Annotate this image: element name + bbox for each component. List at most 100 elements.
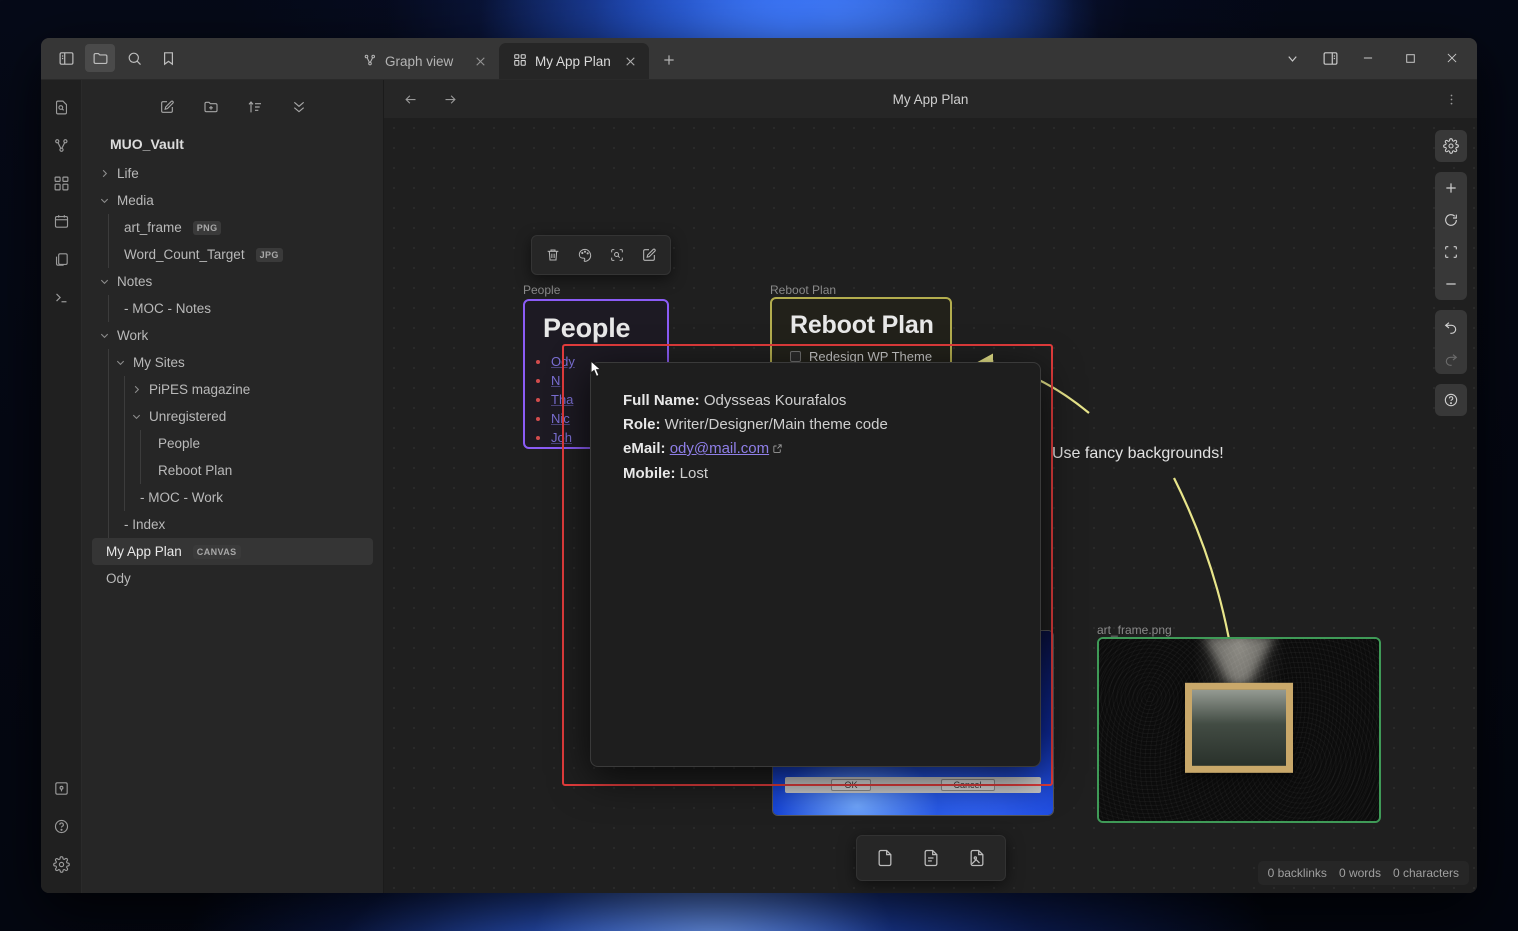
tree-item-art-frame[interactable]: art_frame PNG	[92, 214, 373, 241]
arrow-left-icon[interactable]	[398, 87, 422, 111]
maximize-icon[interactable]	[1389, 38, 1431, 78]
tree-item-life[interactable]: Life	[92, 160, 373, 187]
tab-my-app-plan[interactable]: My App Plan	[499, 43, 649, 79]
people-link-4[interactable]: Nic	[551, 411, 570, 426]
tree-item-label: Reboot Plan	[158, 463, 232, 478]
close-icon[interactable]	[621, 52, 639, 70]
tree-item-moc-notes[interactable]: - MOC - Notes	[92, 295, 373, 322]
collapse-all-icon[interactable]	[286, 94, 312, 120]
chevron-down-icon[interactable]	[96, 330, 112, 341]
search-icon[interactable]	[119, 44, 149, 72]
popup-key: Role:	[623, 416, 661, 433]
minimize-icon[interactable]	[1347, 38, 1389, 78]
bookmark-icon[interactable]	[153, 44, 183, 72]
tree-item-people[interactable]: People	[92, 430, 373, 457]
chevron-down-icon[interactable]	[96, 276, 112, 287]
tree-item-media[interactable]: Media	[92, 187, 373, 214]
graph-view-icon[interactable]	[46, 130, 76, 160]
undo-icon[interactable]	[1435, 310, 1467, 342]
tree-item-index[interactable]: - Index	[92, 511, 373, 538]
folder-icon[interactable]	[85, 44, 115, 72]
palette-icon[interactable]	[572, 242, 598, 268]
tree-item-label: Life	[117, 166, 139, 181]
page-title: My App Plan	[384, 92, 1477, 107]
fit-to-screen-icon[interactable]	[1435, 236, 1467, 268]
checkbox-icon[interactable]	[790, 351, 801, 362]
tree-item-my-sites[interactable]: My Sites	[92, 349, 373, 376]
new-folder-icon[interactable]	[198, 94, 224, 120]
tab-graph-view[interactable]: Graph view	[349, 43, 499, 79]
canvas-icon[interactable]	[46, 168, 76, 198]
add-image-icon[interactable]	[963, 844, 991, 872]
chevron-down-icon[interactable]	[112, 357, 128, 368]
tree-item-work[interactable]: Work	[92, 322, 373, 349]
redo-icon[interactable]	[1435, 342, 1467, 374]
settings-icon[interactable]	[1435, 130, 1467, 162]
tree-item-notes[interactable]: Notes	[92, 268, 373, 295]
external-link-icon	[772, 438, 783, 462]
close-icon[interactable]	[1431, 38, 1473, 78]
canvas-help-group	[1435, 384, 1467, 416]
tree-item-label: - MOC - Notes	[124, 301, 211, 316]
copy-files-icon[interactable]	[46, 244, 76, 274]
delete-icon[interactable]	[540, 242, 566, 268]
chevron-down-icon[interactable]	[96, 195, 112, 206]
chevron-down-icon[interactable]	[128, 411, 144, 422]
calendar-icon[interactable]	[46, 206, 76, 236]
tree-item-ody[interactable]: Ody	[92, 565, 373, 592]
zoom-to-selection-icon[interactable]	[604, 242, 630, 268]
sort-icon[interactable]	[242, 94, 268, 120]
canvas-node-art-frame[interactable]	[1097, 637, 1381, 823]
edit-icon[interactable]	[636, 242, 662, 268]
tree-guide	[108, 511, 109, 538]
close-icon[interactable]	[471, 52, 489, 70]
tree-item-reboot-plan[interactable]: Reboot Plan	[92, 457, 373, 484]
popup-row-full-name: Full Name: Odysseas Kourafalos	[623, 389, 1008, 413]
tree-item-my-app-plan[interactable]: My App Plan CANVAS	[92, 538, 373, 565]
people-link-5[interactable]: Joh	[551, 430, 572, 445]
popup-key: eMail:	[623, 440, 666, 457]
canvas-annotation[interactable]: Use fancy backgrounds!	[1052, 445, 1224, 463]
dialog-buttons-row: OK Cancel	[785, 777, 1041, 793]
cancel-button[interactable]: Cancel	[941, 779, 995, 791]
zoom-out-icon[interactable]	[1435, 268, 1467, 300]
settings-icon[interactable]	[46, 849, 76, 879]
quick-switcher-icon[interactable]	[46, 92, 76, 122]
explorer-toolbar	[82, 86, 383, 132]
toggle-left-sidebar-icon[interactable]	[51, 44, 81, 72]
email-link[interactable]: ody@mail.com	[670, 440, 769, 457]
popup-value: Writer/Designer/Main theme code	[665, 416, 888, 433]
tree-item-unregistered[interactable]: Unregistered	[92, 403, 373, 430]
people-link-2[interactable]: N	[551, 373, 560, 388]
add-card-icon[interactable]	[871, 844, 899, 872]
chevron-down-icon[interactable]	[1271, 38, 1313, 78]
tree-guide	[124, 403, 125, 430]
add-note-icon[interactable]	[917, 844, 945, 872]
arrow-right-icon[interactable]	[438, 87, 462, 111]
new-tab-button[interactable]	[655, 46, 683, 74]
tree-guide	[108, 349, 109, 376]
help-icon[interactable]	[1435, 384, 1467, 416]
terminal-icon[interactable]	[46, 282, 76, 312]
people-link-3[interactable]: Tha	[551, 392, 573, 407]
vault-switcher-icon[interactable]	[46, 773, 76, 803]
reset-zoom-icon[interactable]	[1435, 204, 1467, 236]
chevron-right-icon[interactable]	[128, 384, 144, 395]
people-link-ody[interactable]: Ody	[551, 354, 575, 369]
tree-item-pipes-magazine[interactable]: PiPES magazine	[92, 376, 373, 403]
more-vertical-icon[interactable]	[1439, 87, 1463, 111]
graph-icon	[363, 53, 377, 70]
tree-item-label: Unregistered	[149, 409, 226, 424]
tree-item-word-count-target[interactable]: Word_Count_Target JPG	[92, 241, 373, 268]
canvas-view[interactable]: People People Ody N Tha Nic Joh Reboot P…	[384, 118, 1477, 893]
canvas-history-group	[1435, 310, 1467, 374]
help-icon[interactable]	[46, 811, 76, 841]
ok-button[interactable]: OK	[831, 779, 870, 791]
file-explorer: MUO_Vault Life Media art_frame PNG	[82, 80, 384, 893]
words-count: 0 words	[1339, 866, 1381, 880]
right-sidebar-icon[interactable]	[1313, 44, 1347, 72]
new-note-icon[interactable]	[154, 94, 180, 120]
tree-item-moc-work[interactable]: - MOC - Work	[92, 484, 373, 511]
chevron-right-icon[interactable]	[96, 168, 112, 179]
zoom-in-icon[interactable]	[1435, 172, 1467, 204]
